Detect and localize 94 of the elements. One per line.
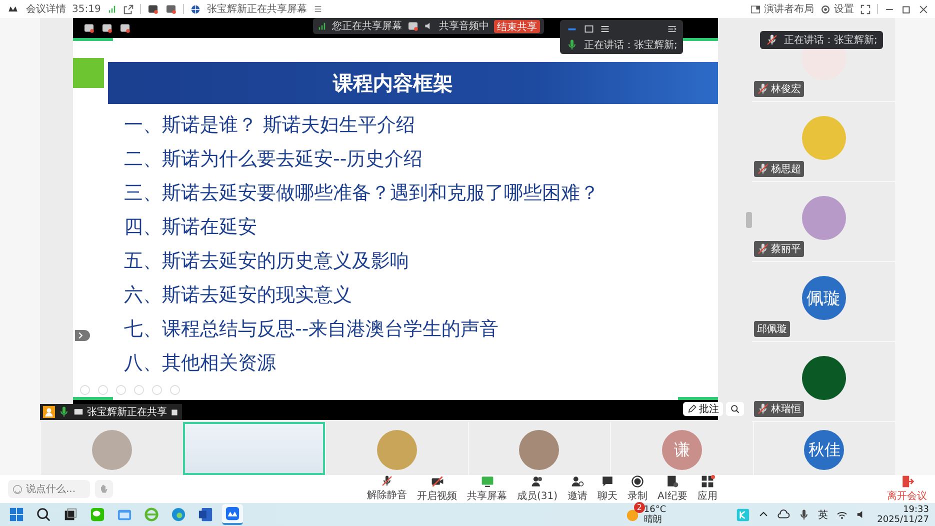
toolbar-button[interactable]: 开启视频 [413,475,461,503]
share-frame-corner [73,397,113,400]
speaker-label: 正在讲话：张宝辉新; [784,34,878,47]
settings-button[interactable]: 设置 [820,2,854,16]
toolbar-button[interactable]: 共享屏幕 [463,475,511,503]
search-icon [36,507,51,522]
window-icon [170,408,179,416]
folder-icon [117,507,132,522]
document-icon [198,507,213,522]
window-icon[interactable] [119,22,131,34]
list-icon[interactable] [312,4,323,14]
date: 2025/11/27 [877,514,929,524]
slide-title-banner: 课程内容框架 [108,62,718,104]
maximize-icon[interactable] [901,4,912,14]
sharer-text: 张宝辉新正在共享 [87,406,167,419]
fullscreen-icon[interactable] [860,4,871,14]
toolbar-button[interactable]: 邀请 [564,475,592,503]
time: 19:33 [903,504,929,514]
meeting-duration: 35:19 [72,4,101,14]
participant-name: 邱佩璇 [757,323,787,336]
slide-list-item: 七、课程总结与反思--来自港澳台学生的声音 [124,317,500,342]
exit-icon [900,475,914,488]
slide-list-item: 六、斯诺去延安的现实意义 [124,283,353,308]
participant-name: 林俊宏 [771,82,801,96]
globe-icon [190,4,201,14]
share-status: 您正在共享屏幕 [332,20,402,33]
toolbar-button[interactable]: AI纪要 [654,475,692,503]
temperature: 16°C [644,504,666,514]
popout-icon[interactable] [122,4,134,14]
mic-off-icon [757,243,769,255]
mic-off-icon [757,163,769,175]
edge-browser-icon [171,507,186,522]
share-frame-corner [678,397,718,400]
browser-icon [144,507,159,522]
layout-menu[interactable]: 演讲者布局 [750,2,814,16]
toolbar-button[interactable]: 应用 [693,475,722,503]
slide-list-item: 五、斯诺去延安的历史意义及影响 [124,249,410,274]
layout-icon [750,4,761,14]
mic-icon [58,406,70,418]
person-icon [43,406,55,418]
slide-list-item: 二、斯诺为什么要去延安--历史介绍 [124,147,424,172]
signal-icon [317,21,327,31]
windows-start-icon [9,507,24,522]
mic-off-icon [766,34,778,46]
participant-name: 杨思超 [771,162,801,176]
collapse-button[interactable] [75,330,90,341]
audio-status: 共享音频中 [439,20,489,33]
share-frame-corner [73,38,113,41]
panel-handle[interactable] [746,212,752,228]
mic-off-icon [757,83,769,95]
mic-icon [798,508,810,520]
participant-name: 蔡丽平 [771,242,801,256]
avatar: 谦 [662,430,702,470]
collapse-icon[interactable] [667,24,678,34]
avatar: 秋佳 [804,430,844,470]
leave-meeting-button[interactable]: 离开会议 [887,475,927,503]
slide-accent-square [73,58,104,88]
meeting-details-link[interactable]: 会议详情 [26,2,66,16]
signal-icon [106,4,117,14]
weather-widget[interactable]: 2 16°C 晴朗 [624,504,666,524]
slide-list-item: 四、斯诺在延安 [124,215,258,240]
zoom-button[interactable] [726,402,744,416]
toolbar-button[interactable]: 聊天 [594,475,622,503]
screen-icon [73,406,84,418]
input-method-indicator[interactable]: 英 [818,508,828,522]
speaker-label: 正在讲话：张宝辉新; [584,38,678,52]
weather-condition: 晴朗 [644,514,663,524]
chat-bubble-icon [90,507,105,522]
mic-off-icon [757,403,769,415]
settings-icon [820,4,831,14]
slide-list-item: 一、斯诺是谁？ 斯诺夫妇生平介绍 [124,113,416,138]
members-button[interactable]: 成员(31) [513,475,562,503]
toolbar-button[interactable]: 录制 [624,475,652,503]
annotate-button[interactable]: 批注 [683,402,723,416]
stop-sharing-button[interactable]: 结束共享 [494,20,540,32]
slide-list-item: 八、其他相关资源 [124,351,277,376]
task-view-icon [63,507,78,522]
logo-icon [6,4,20,14]
window-icon[interactable] [164,3,177,15]
meeting-app-icon [225,506,240,521]
screen-record-icon[interactable] [83,22,95,34]
close-icon[interactable] [918,4,929,14]
smile-icon [12,484,23,494]
avatar: 佩璇 [802,276,846,320]
toolbar-button[interactable]: 解除静音 [363,475,411,503]
hand-icon [98,483,110,495]
mic-icon [566,39,578,51]
list-view-icon[interactable] [600,24,610,34]
clock[interactable]: 19:33 2025/11/27 [877,504,929,524]
slide-list-item: 三、斯诺去延安要做哪些准备？遇到和克服了哪些困难？ [124,181,599,206]
chat-input-field[interactable]: 说点什么... [8,480,90,498]
window-view-icon[interactable] [584,24,594,34]
sharing-notice: 张宝辉新正在共享屏幕 [206,2,307,16]
participant-name: 林瑞恒 [771,402,801,416]
